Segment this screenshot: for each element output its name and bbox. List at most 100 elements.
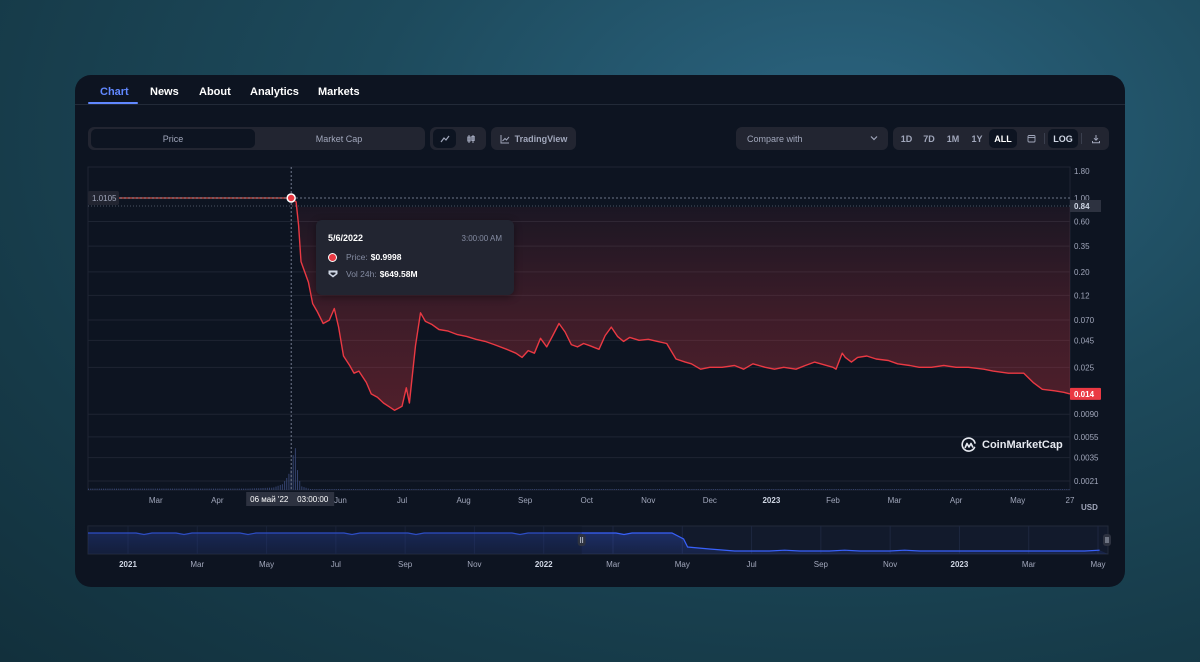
volume-bar: [846, 489, 848, 490]
volume-bar: [1040, 489, 1042, 490]
volume-bar: [118, 488, 120, 490]
volume-bar: [1006, 489, 1007, 490]
volume-bar: [100, 488, 102, 490]
hover-point: [286, 193, 296, 203]
volume-bar: [700, 489, 701, 490]
volume-bar: [585, 489, 587, 490]
x-tick-label: Nov: [641, 496, 655, 505]
volume-bar: [527, 489, 529, 490]
volume-bar: [712, 489, 714, 490]
volume-bar: [691, 489, 693, 490]
volume-bar: [1068, 489, 1070, 490]
y-tick-label: 0.60: [1074, 217, 1090, 226]
volume-bar: [312, 489, 314, 490]
navigator-tick-label: Jul: [746, 560, 756, 569]
volume-bar: [536, 489, 538, 490]
volume-bar: [195, 488, 197, 490]
volume-bar: [758, 489, 760, 490]
volume-bar: [1046, 489, 1048, 490]
volume-bar: [1010, 489, 1012, 490]
navigator-left-handle[interactable]: [577, 534, 586, 546]
volume-bar: [165, 488, 167, 490]
price-chart[interactable]: 1.801.000.600.350.200.120.0700.0450.0250…: [75, 75, 1125, 587]
x-tick-label: Mar: [888, 496, 902, 505]
volume-bar: [674, 489, 676, 490]
volume-bar: [672, 489, 673, 490]
volume-bar: [738, 489, 740, 490]
volume-bar: [665, 489, 667, 490]
volume-bar: [740, 489, 742, 490]
volume-bar: [743, 489, 745, 490]
volume-bar: [359, 489, 361, 490]
tooltip-date: 5/6/2022: [328, 233, 364, 243]
price-dot-icon: [328, 252, 337, 262]
x-tick-label: Apr: [211, 496, 224, 505]
volume-bar: [404, 489, 406, 490]
volume-bar: [245, 488, 247, 490]
volume-bar: [919, 489, 921, 490]
volume-bar: [409, 489, 411, 490]
volume-bar: [648, 489, 650, 490]
volume-bar: [516, 489, 518, 490]
volume-bar: [288, 473, 290, 490]
volume-bar: [906, 489, 908, 490]
volume-bar: [128, 488, 130, 490]
volume-bar: [486, 489, 488, 490]
tooltip-volume-row: Vol 24h: $649.58M: [328, 269, 418, 279]
volume-bar: [915, 489, 917, 490]
volume-bar: [378, 489, 380, 490]
volume-bar: [833, 489, 835, 490]
x-tick-label: Mar: [149, 496, 163, 505]
volume-bar: [598, 489, 600, 490]
navigator-tick-label: 2021: [119, 560, 137, 569]
volume-bar: [534, 489, 536, 490]
volume-bar: [1012, 489, 1014, 490]
volume-bar: [1008, 489, 1010, 490]
volume-bar: [316, 489, 318, 490]
volume-bar: [1044, 489, 1046, 490]
volume-bar: [514, 489, 516, 490]
volume-bar: [654, 489, 656, 490]
volume-bar: [568, 489, 570, 490]
volume-bar: [723, 489, 725, 490]
volume-bar: [519, 489, 520, 490]
volume-bar: [471, 489, 473, 490]
volume-bar: [613, 489, 615, 490]
volume-bar: [488, 489, 490, 490]
volume-bar: [1029, 489, 1031, 490]
volume-bar: [973, 489, 975, 490]
volume-bar: [271, 487, 273, 490]
navigator-tick-label: Mar: [190, 560, 204, 569]
volume-bar: [510, 489, 512, 490]
volume-bar: [702, 489, 704, 490]
volume-bar: [788, 489, 790, 490]
volume-bar: [467, 489, 469, 490]
volume-bar: [902, 489, 904, 490]
volume-bar: [241, 488, 242, 490]
volume-bar: [650, 489, 652, 490]
volume-bar: [853, 489, 854, 490]
volume-bar: [587, 489, 589, 490]
volume-bar: [372, 489, 374, 490]
volume-bar: [876, 489, 878, 490]
volume-bar: [430, 489, 432, 490]
volume-bar: [680, 489, 682, 490]
volume-bar: [896, 489, 898, 490]
volume-bar: [1021, 489, 1023, 490]
volume-bar: [768, 489, 770, 490]
volume-bar: [607, 489, 609, 490]
navigator-right-handle[interactable]: [1103, 534, 1111, 546]
volume-bar: [163, 488, 165, 490]
volume-bar: [840, 489, 841, 490]
coinmarketcap-logo-icon: [961, 437, 976, 452]
volume-bar: [370, 489, 372, 490]
volume-bar: [243, 488, 245, 490]
volume-bar: [1057, 489, 1059, 490]
x-tick-label: 2023: [762, 496, 780, 505]
volume-bar: [152, 488, 154, 490]
volume-bar: [154, 488, 156, 490]
volume-bar: [812, 489, 813, 490]
volume-bar: [667, 489, 669, 490]
volume-bar: [609, 489, 611, 490]
volume-bar: [273, 487, 275, 490]
